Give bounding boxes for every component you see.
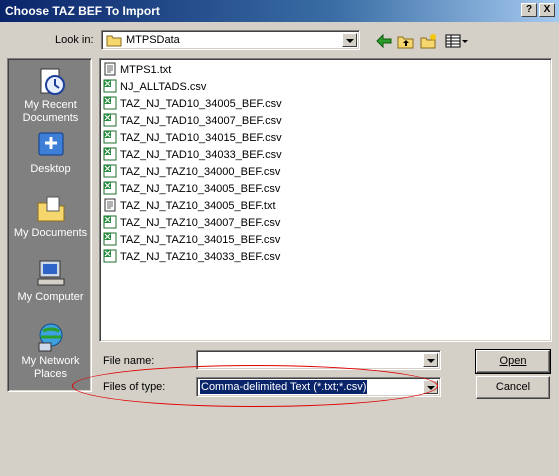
- file-name: NJ_ALLTADS.csv: [120, 81, 207, 93]
- window-title: Choose TAZ BEF To Import: [5, 4, 160, 18]
- file-name: TAZ_NJ_TAD10_34007_BEF.csv: [120, 115, 282, 127]
- file-name: TAZ_NJ_TAZ10_34033_BEF.csv: [120, 251, 281, 263]
- list-item[interactable]: TAZ_NJ_TAD10_34033_BEF.csv: [103, 147, 282, 163]
- open-button[interactable]: Open: [475, 349, 551, 374]
- look-in-value: MTPSData: [126, 34, 180, 46]
- file-name: TAZ_NJ_TAZ10_34005_BEF.txt: [120, 200, 276, 212]
- place-label: My Computer: [17, 291, 84, 303]
- place-desktop[interactable]: Desktop: [8, 129, 93, 176]
- file-name-dropdown-button[interactable]: [423, 353, 438, 367]
- place-label: My Recent Documents: [22, 99, 79, 124]
- list-item[interactable]: TAZ_NJ_TAD10_34007_BEF.csv: [103, 113, 282, 129]
- file-name: TAZ_NJ_TAZ10_34005_BEF.csv: [120, 183, 281, 195]
- recent-documents-icon: [40, 68, 65, 95]
- file-name: TAZ_NJ_TAD10_34033_BEF.csv: [120, 149, 282, 161]
- place-my-computer[interactable]: My Computer: [8, 257, 93, 304]
- place-recent-documents[interactable]: My Recent Documents: [8, 65, 93, 125]
- up-folder-icon[interactable]: [397, 32, 415, 50]
- csv-file-icon: [103, 79, 117, 93]
- place-label: My Network Places: [21, 355, 80, 380]
- place-label: My Documents: [13, 227, 88, 239]
- list-item[interactable]: MTPS1.txt: [103, 62, 171, 78]
- folder-icon: [106, 35, 122, 47]
- places-bar: My Recent Documents Desktop My Documents…: [7, 58, 92, 392]
- list-item[interactable]: TAZ_NJ_TAD10_34015_BEF.csv: [103, 130, 282, 146]
- list-item[interactable]: TAZ_NJ_TAZ10_34015_BEF.csv: [103, 232, 280, 248]
- open-button-label: Open: [499, 355, 527, 367]
- csv-file-icon: [103, 130, 117, 144]
- look-in-dropdown-button[interactable]: [342, 33, 357, 47]
- list-item[interactable]: TAZ_NJ_TAD10_34005_BEF.csv: [103, 96, 282, 112]
- place-label: Desktop: [30, 163, 71, 175]
- file-name: TAZ_NJ_TAZ10_34007_BEF.csv: [120, 217, 281, 229]
- list-item[interactable]: TAZ_NJ_TAZ10_34033_BEF.csv: [103, 249, 280, 265]
- csv-file-icon: [103, 96, 117, 110]
- list-item[interactable]: TAZ_NJ_TAZ10_34005_BEF.csv: [103, 181, 280, 197]
- network-places-icon: [38, 323, 62, 352]
- csv-file-icon: [103, 215, 117, 229]
- close-button[interactable]: X: [539, 3, 555, 17]
- place-my-documents[interactable]: My Documents: [8, 193, 93, 240]
- csv-file-icon: [103, 181, 117, 195]
- my-computer-icon: [37, 260, 64, 286]
- my-documents-icon: [37, 196, 64, 222]
- desktop-icon: [38, 132, 63, 156]
- list-item[interactable]: TAZ_NJ_TAZ10_34000_BEF.csv: [103, 164, 280, 180]
- look-in-combo[interactable]: MTPSData: [101, 30, 360, 50]
- csv-file-icon: [103, 113, 117, 127]
- csv-file-icon: [103, 249, 117, 263]
- file-name: TAZ_NJ_TAZ10_34015_BEF.csv: [120, 234, 281, 246]
- csv-file-icon: [103, 164, 117, 178]
- file-name: TAZ_NJ_TAD10_34005_BEF.csv: [120, 98, 282, 110]
- place-network-places[interactable]: My Network Places: [8, 321, 93, 381]
- text-file-icon: [104, 198, 116, 212]
- back-arrow-icon[interactable]: [375, 32, 393, 50]
- help-button[interactable]: ?: [521, 3, 537, 17]
- file-name-label: File name:: [103, 355, 155, 367]
- file-name: MTPS1.txt: [120, 64, 172, 76]
- text-file-icon: [104, 62, 116, 76]
- look-in-label: Look in:: [55, 34, 94, 46]
- csv-file-icon: [103, 147, 117, 161]
- annotation-ellipse: [72, 365, 438, 407]
- list-item[interactable]: NJ_ALLTADS.csv: [103, 79, 206, 95]
- view-menu-icon[interactable]: [445, 32, 469, 50]
- file-list[interactable]: MTPS1.txt NJ_ALLTADS.csv TAZ_NJ_TAD10_34…: [99, 58, 552, 342]
- csv-file-icon: [103, 232, 117, 246]
- list-item[interactable]: TAZ_NJ_TAZ10_34005_BEF.txt: [103, 198, 276, 214]
- new-folder-icon[interactable]: [420, 32, 438, 50]
- file-name: TAZ_NJ_TAD10_34015_BEF.csv: [120, 132, 282, 144]
- list-item[interactable]: TAZ_NJ_TAZ10_34007_BEF.csv: [103, 215, 280, 231]
- file-name: TAZ_NJ_TAZ10_34000_BEF.csv: [120, 166, 281, 178]
- title-bar: Choose TAZ BEF To Import: [0, 0, 559, 22]
- cancel-button[interactable]: Cancel: [476, 376, 550, 399]
